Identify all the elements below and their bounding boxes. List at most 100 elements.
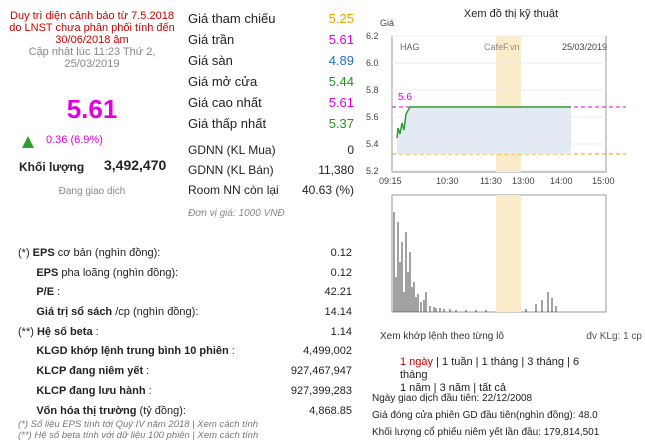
x-tick-label: 09:15 [379,176,402,186]
metric-detail: : [228,345,235,358]
first-listing-volume: Khối lượng cổ phiếu niêm yết lần đầu: 17… [372,427,600,438]
period-option[interactable]: 1 ngày [400,356,433,368]
chart-source: CafeF.vn [484,42,520,52]
first-trading-info: Ngày giao dịch đầu tiên: 22/12/2008 Giá … [372,390,599,441]
metric-label: EPS pha loãng (nghìn đồng): [18,264,178,284]
eps-note: (*) Số liệu EPS tính tới Quý IV năm 2018… [18,419,259,430]
metric-name: Giá trị sổ sách [36,306,113,319]
metric-detail: : [54,286,61,299]
period-option[interactable]: 1 tuần [442,356,473,368]
x-tick-label: 10:30 [436,176,459,186]
up-arrow-icon [22,136,34,148]
metric-row: (*) EPS cơ bản (nghìn đồng): 0.12 [18,244,352,264]
metric-detail: : [92,325,99,338]
metric-row: EPS pha loãng (nghìn đồng): 0.12 [18,264,352,284]
price-row: Giá mở cửa 5.44 [188,71,354,92]
current-price: 5.61 [66,94,118,124]
metric-value: 4,868.85 [309,404,352,417]
x-tick-label: 15:00 [592,176,615,186]
metric-name: KLCP đang lưu hành [36,384,146,397]
price-row-value: 5.44 [328,74,354,89]
foreign-row-label: GDNN (KL Bán) [188,163,274,177]
metric-label: KLCP đang lưu hành : [18,382,152,402]
foreign-row-value: 0 [347,143,354,157]
metric-value: 927,399,283 [290,384,352,397]
metric-prefix: (**) [18,325,37,338]
metric-detail: : [143,365,150,378]
y-tick-label: 5.4 [366,139,379,149]
unit-note: Đơn vị giá: 1000 VNĐ [188,208,285,219]
metric-name: EPS [32,247,55,259]
price-row: Giá trần 5.61 [188,29,354,50]
first-trade-date: Ngày giao dịch đầu tiên: 22/12/2008 [372,393,533,404]
metric-row: (**) Hệ số beta : 1.14 [18,323,352,343]
metric-row: KLGD khớp lệnh trung bình 10 phiên : 4,49… [18,342,352,362]
y-tick-label: 5.6 [366,112,379,122]
metric-row: Giá trị sổ sách /cp (nghìn đồng): 14.14 [18,303,352,323]
price-row-label: Giá tham chiếu [188,11,276,26]
x-tick-label: 13:00 [512,176,535,186]
price-row: Giá sàn 4.89 [188,50,354,71]
foreign-row-value: 40.63 (%) [301,183,354,197]
volume-label: Khối lượng [19,160,85,174]
foreign-trading-table: GDNN (KL Mua) 0 GDNN (KL Bán) 11,380 Room NN… [188,140,354,200]
y-tick-label: 5.8 [366,85,379,95]
price-row-label: Giá cao nhất [188,95,262,110]
metric-name: EPS [36,266,59,279]
metric-name: Hệ số beta [36,325,93,338]
lot-link[interactable]: Xem khớp lệnh theo từng lô [380,331,504,342]
metric-row: KLCP đang niêm yết : 927,467,947 [18,362,352,382]
metric-label: (*) EPS cơ bản (nghìn đồng): [18,244,160,264]
metric-label: KLCP đang niêm yết : [18,362,149,382]
metric-name: P/E [36,286,55,299]
metric-value: 4,499,002 [303,345,352,358]
metric-value: 0.12 [330,247,352,259]
volume-value: 3,492,470 [104,157,167,173]
price-row-label: Giá sàn [188,53,233,68]
price-row-value: 4.89 [328,53,354,68]
foreign-row-label: Room NN còn lại [188,183,279,197]
period-line: 1 ngày | 1 tuần | 1 tháng | 3 tháng | 6 … [400,356,580,381]
price-table: Giá tham chiếu 5.25 Giá trần 5.61 Giá sàn 4.8… [188,8,354,134]
metric-detail: pha loãng (nghìn đồng): [58,266,179,279]
price-row-label: Giá mở cửa [188,74,258,89]
update-time: Cập nhật lúc 11:23 Thứ 2, 25/03/2019 [28,46,156,70]
y-tick-label: 6.0 [366,58,379,68]
metric-label: (**) Hệ số beta : [18,323,99,343]
period-option[interactable]: 1 tháng [482,356,519,368]
chart-ticker: HAG [400,42,420,52]
price-row-value: 5.25 [328,11,354,26]
metric-detail: (tỷ đồng): [136,404,186,417]
metric-value: 0.12 [330,266,352,279]
price-row-value: 5.37 [328,116,354,131]
beta-note: (**) Hệ số beta tính với dữ liệu 100 phi… [18,430,259,441]
price-row: Giá cao nhất 5.61 [188,92,354,113]
period-option[interactable]: 3 tháng [527,356,564,368]
metric-detail: /cp (nghìn đồng): [112,306,199,319]
x-tick-label: 14:00 [550,176,573,186]
price-row: Giá thấp nhất 5.37 [188,113,354,134]
ceiling-label: 5.6 [398,92,412,103]
price-change: 0.36 (6.9%) [46,134,103,146]
intraday-chart: Giá6.2 6.0 5.8 5.6 5.4 5.209:15 10:30 11:30 13:0… [366,18,626,313]
metric-value: 14.14 [324,306,352,319]
foreign-row: GDNN (KL Mua) 0 [188,140,354,160]
foreign-row: Room NN còn lại 40.63 (%) [188,180,354,200]
y-tick-label: 5.2 [366,166,379,176]
metrics-table: (*) EPS cơ bản (nghìn đồng): 0.12 EPS pha… [18,244,352,421]
foreign-row-value: 11,380 [318,163,354,177]
metric-label: P/E : [18,283,60,303]
price-row-label: Giá thấp nhất [188,116,267,131]
trading-status: Đang giao dịch [58,186,126,197]
metric-detail: : [145,384,152,397]
metric-detail: cơ bản (nghìn đồng): [54,247,161,259]
metric-row: P/E : 42.21 [18,283,352,303]
metric-label: Giá trị sổ sách /cp (nghìn đồng): [18,303,198,323]
price-row-value: 5.61 [328,95,354,110]
volume-unit: đv KLg: 1 cp [586,331,642,342]
metric-value: 927,467,947 [290,365,352,378]
price-row-label: Giá trần [188,32,235,47]
price-row: Giá tham chiếu 5.25 [188,8,354,29]
metric-value: 42.21 [324,286,352,299]
foreign-row-label: GDNN (KL Mua) [188,143,276,157]
